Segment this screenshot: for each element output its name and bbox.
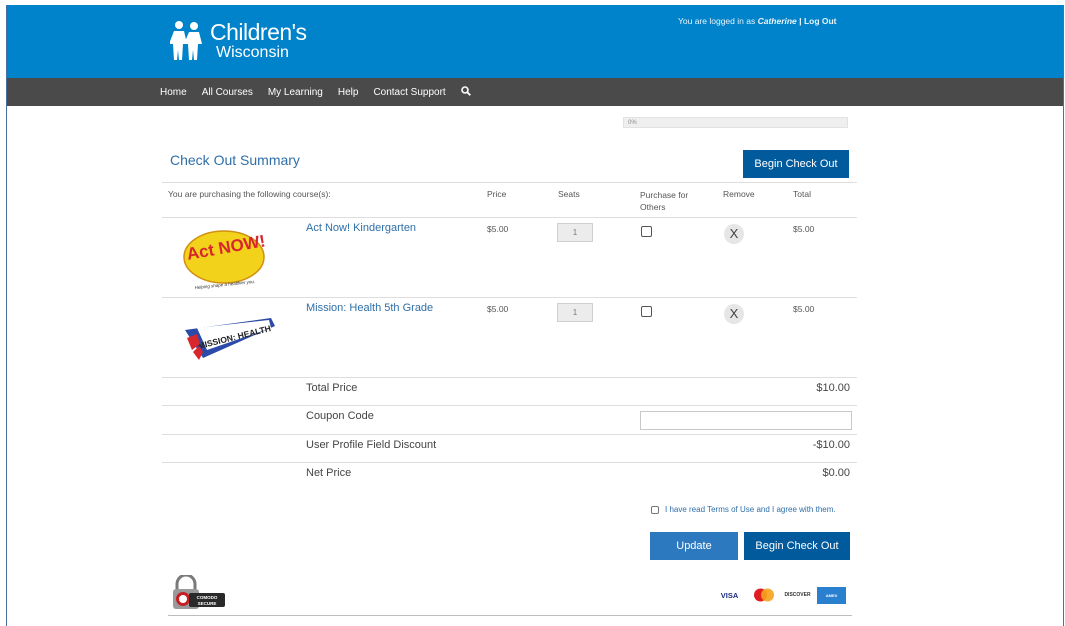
checkout-progress-bar: 0%: [623, 117, 848, 128]
visa-icon: VISA: [720, 590, 739, 600]
net-price-value: $0.00: [822, 467, 850, 479]
header-price: Price: [487, 189, 507, 199]
logo-line2: Wisconsin: [216, 44, 289, 61]
seats-input[interactable]: 1: [557, 223, 593, 242]
act-now-thumbnail[interactable]: Act NOW! Helping shape a healthier you.: [183, 227, 269, 290]
header-course: You are purchasing the following course(…: [168, 189, 331, 199]
footer-divider: [168, 615, 852, 616]
divider: [162, 377, 857, 378]
accepted-cards: VISA DISCOVER AMEX: [715, 586, 846, 604]
discount-label: User Profile Field Discount: [306, 439, 437, 451]
login-separator: |: [799, 16, 802, 26]
seats-input[interactable]: 1: [557, 303, 593, 322]
progress-text: 0%: [628, 120, 637, 126]
nav-item-my-learning[interactable]: My Learning: [268, 87, 323, 98]
purchase-for-others-checkbox[interactable]: [641, 226, 652, 237]
page-title: Check Out Summary: [170, 152, 300, 168]
search-icon[interactable]: [460, 85, 471, 99]
comodo-secure-seal[interactable]: COMODO SECURE: [169, 575, 229, 611]
update-button[interactable]: Update: [650, 532, 738, 560]
terms-agreement: I have read Terms of Use and I agree wit…: [651, 505, 836, 514]
total-price-label: Total Price: [306, 382, 358, 394]
divider: [162, 217, 857, 218]
logout-link[interactable]: Log Out: [804, 16, 837, 26]
terms-text[interactable]: I have read Terms of Use and I agree wit…: [665, 505, 836, 514]
browser-frame: Children's Wisconsin You are logged in a…: [6, 5, 1064, 626]
nav-item-contact-support[interactable]: Contact Support: [373, 87, 445, 98]
divider: [162, 462, 857, 463]
course-link-act-now[interactable]: Act Now! Kindergarten: [306, 222, 416, 234]
divider: [162, 434, 857, 435]
total-price-value: $10.00: [816, 382, 850, 394]
site-logo[interactable]: Children's Wisconsin: [170, 20, 307, 62]
seal-line2: SECURE: [198, 601, 217, 606]
purchase-for-others-checkbox[interactable]: [641, 306, 652, 317]
nav-item-all-courses[interactable]: All Courses: [202, 87, 253, 98]
discount-value: -$10.00: [812, 439, 850, 451]
nav-bar: Home All Courses My Learning Help Contac…: [7, 78, 1063, 106]
course-link-mission-health[interactable]: Mission: Health 5th Grade: [306, 302, 433, 314]
remove-course-button[interactable]: X: [724, 224, 744, 244]
header-remove: Remove: [723, 189, 755, 199]
header-total: Total: [793, 189, 811, 199]
discover-icon: DISCOVER: [784, 592, 811, 598]
amex-icon: AMEX: [817, 586, 846, 604]
net-price-label: Net Price: [306, 467, 352, 479]
terms-checkbox[interactable]: [651, 505, 659, 514]
header-purchase-for-others: Purchase for Others: [640, 190, 689, 212]
begin-checkout-button-bottom[interactable]: Begin Check Out: [744, 532, 850, 560]
nav-item-help[interactable]: Help: [338, 87, 359, 98]
divider: [162, 405, 857, 406]
login-prefix: You are logged in as: [678, 16, 756, 26]
mission-health-thumbnail[interactable]: MISSION: HEALTH: [183, 312, 277, 364]
main-nav: Home All Courses My Learning Help Contac…: [160, 78, 471, 106]
nav-item-home[interactable]: Home: [160, 87, 187, 98]
login-status: You are logged in as Catherine | Log Out: [678, 16, 837, 26]
coupon-code-label: Coupon Code: [306, 410, 374, 422]
seal-line1: COMODO: [197, 595, 218, 600]
logged-in-user[interactable]: Catherine: [758, 16, 797, 26]
header-seats: Seats: [558, 189, 580, 199]
mastercard-icon: [749, 586, 778, 604]
remove-course-button[interactable]: X: [724, 304, 744, 324]
row-total: $5.00: [793, 304, 815, 314]
divider: [162, 182, 857, 183]
coupon-code-input[interactable]: [640, 411, 852, 430]
divider: [162, 297, 857, 298]
row-total: $5.00: [793, 224, 815, 234]
row-price: $5.00: [487, 304, 509, 314]
row-price: $5.00: [487, 224, 509, 234]
begin-checkout-button-top[interactable]: Begin Check Out: [743, 150, 849, 178]
logo-line1: Children's: [210, 19, 307, 45]
site-header: Children's Wisconsin You are logged in a…: [7, 5, 1063, 78]
children-silhouette-icon: [170, 21, 202, 60]
